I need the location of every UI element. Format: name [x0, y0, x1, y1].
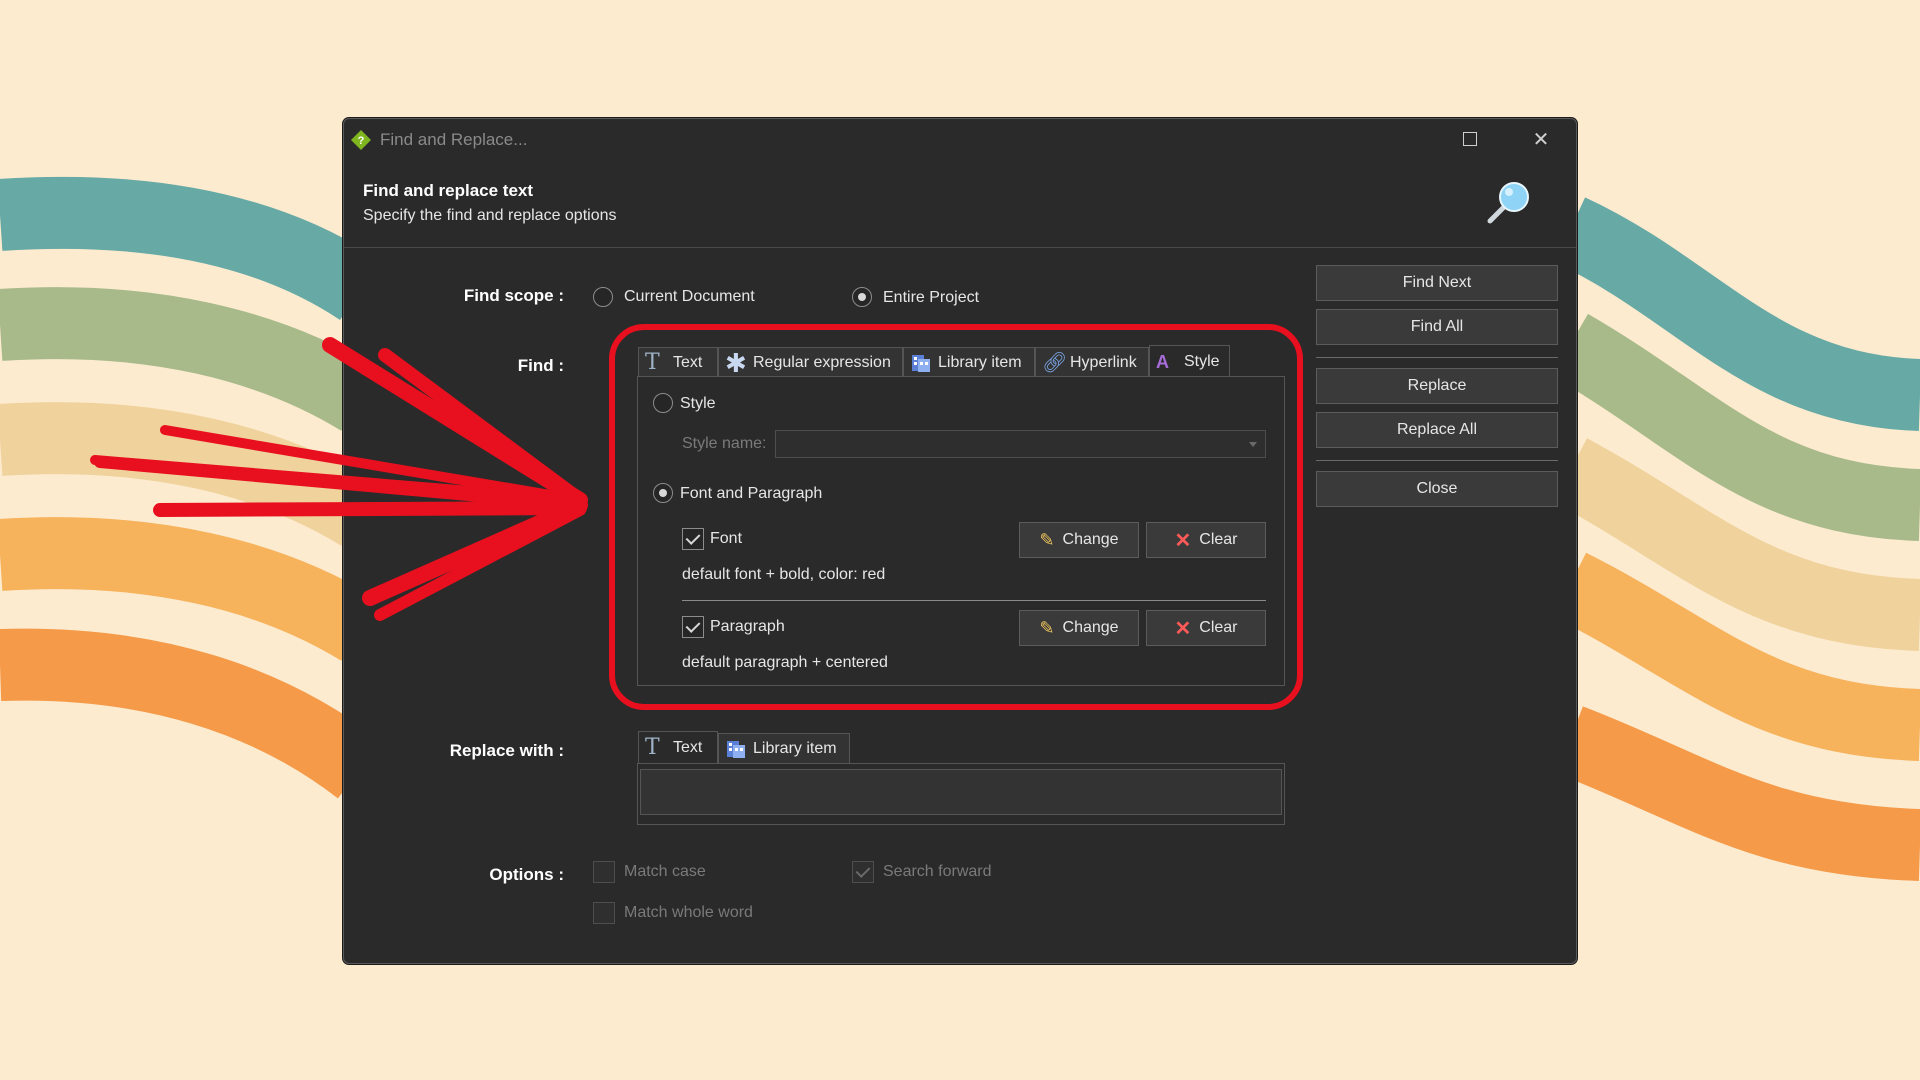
paragraph-description: default paragraph + centered: [682, 654, 888, 671]
text-t-icon: T: [645, 349, 660, 375]
tab-find-library-item-label: Library item: [938, 353, 1022, 371]
magnifier-icon: [1487, 182, 1529, 224]
font-checkbox[interactable]: [682, 528, 704, 550]
font-checkbox-label[interactable]: Font: [710, 530, 742, 548]
buttons-separator: [1316, 460, 1558, 461]
replace-with-label: Replace with :: [449, 741, 564, 760]
pencil-icon: ✎: [1039, 617, 1055, 638]
style-icon: A: [1156, 351, 1169, 372]
svg-text:?: ?: [358, 135, 365, 147]
paragraph-checkbox-label[interactable]: Paragraph: [710, 618, 785, 636]
tab-find-text-label: Text: [673, 353, 703, 371]
close-button[interactable]: Close: [1316, 471, 1558, 507]
paragraph-change-label: Change: [1062, 619, 1119, 636]
dropdown-arrow-icon: [1249, 442, 1257, 447]
hyperlink-icon: 🔗︎: [1042, 351, 1068, 374]
replace-button[interactable]: Replace: [1316, 368, 1558, 404]
close-icon: ✕: [1532, 128, 1550, 151]
font-and-paragraph-label[interactable]: Font and Paragraph: [680, 485, 822, 503]
find-label: Find :: [517, 356, 564, 375]
font-clear-button[interactable]: ✕ Clear: [1146, 522, 1266, 558]
header-title: Find and replace text: [363, 181, 534, 200]
style-name-label: Style name:: [682, 435, 767, 452]
tab-replace-text[interactable]: T Text: [638, 731, 718, 763]
match-case-checkbox[interactable]: [593, 861, 615, 883]
dialog-header: Find and replace text Specify the find a…: [344, 159, 1576, 248]
tab-find-text[interactable]: T Text: [638, 347, 718, 377]
library-item-icon: [912, 354, 930, 372]
tab-find-hyperlink[interactable]: 🔗︎ Hyperlink: [1035, 347, 1149, 377]
replace-text-input[interactable]: [640, 769, 1282, 815]
find-replace-dialog: ? Find and Replace... ✕ Find and replace…: [343, 118, 1577, 964]
paragraph-clear-label: Clear: [1199, 619, 1238, 636]
tab-find-library-item[interactable]: Library item: [903, 347, 1035, 377]
clear-x-icon: ✕: [1174, 617, 1192, 640]
style-radio[interactable]: [653, 393, 673, 413]
asterisk-icon: ✱: [725, 347, 747, 378]
text-t-icon: T: [645, 734, 660, 760]
tab-replace-library-item-label: Library item: [753, 739, 837, 757]
font-and-paragraph-radio[interactable]: [653, 483, 673, 503]
font-description: default font + bold, color: red: [682, 566, 886, 583]
tab-find-regex-label: Regular expression: [753, 353, 891, 371]
search-forward-checkbox[interactable]: [852, 861, 874, 883]
find-all-button[interactable]: Find All: [1316, 309, 1558, 345]
paragraph-clear-button[interactable]: ✕ Clear: [1146, 610, 1266, 646]
maximize-icon: [1463, 132, 1477, 146]
paragraph-checkbox[interactable]: [682, 616, 704, 638]
tab-find-style-label: Style: [1184, 352, 1220, 370]
tab-find-style[interactable]: A Style: [1149, 345, 1230, 377]
match-whole-word-checkbox[interactable]: [593, 902, 615, 924]
font-paragraph-divider: [682, 600, 1266, 601]
library-item-icon: [727, 740, 745, 758]
find-scope-label: Find scope :: [463, 286, 564, 305]
clear-x-icon: ✕: [1174, 529, 1192, 552]
search-forward-label[interactable]: Search forward: [883, 863, 992, 881]
tab-find-regex[interactable]: ✱ Regular expression: [718, 347, 903, 377]
close-window-button[interactable]: ✕: [1518, 123, 1564, 155]
options-label: Options :: [489, 865, 564, 884]
window-title: Find and Replace...: [380, 130, 528, 149]
font-change-label: Change: [1062, 531, 1119, 548]
match-whole-word-label[interactable]: Match whole word: [624, 904, 753, 922]
buttons-separator: [1316, 357, 1558, 358]
tab-replace-text-label: Text: [673, 738, 703, 756]
pencil-icon: ✎: [1039, 529, 1055, 550]
scope-entire-project-label[interactable]: Entire Project: [883, 289, 979, 307]
match-case-label[interactable]: Match case: [624, 863, 706, 881]
style-name-dropdown[interactable]: [775, 430, 1266, 458]
font-clear-label: Clear: [1199, 531, 1238, 548]
title-bar: ? Find and Replace... ✕: [344, 119, 1576, 159]
header-subtitle: Specify the find and replace options: [363, 207, 617, 224]
find-next-button[interactable]: Find Next: [1316, 265, 1558, 301]
scope-entire-project-radio[interactable]: [852, 287, 872, 307]
app-icon: ?: [351, 130, 371, 150]
scope-current-document-radio[interactable]: [593, 287, 613, 307]
scope-current-document-label[interactable]: Current Document: [624, 288, 755, 306]
tab-replace-library-item[interactable]: Library item: [718, 733, 850, 763]
tab-find-hyperlink-label: Hyperlink: [1070, 353, 1137, 371]
font-change-button[interactable]: ✎ Change: [1019, 522, 1139, 558]
maximize-button[interactable]: [1447, 123, 1493, 155]
paragraph-change-button[interactable]: ✎ Change: [1019, 610, 1139, 646]
style-radio-label[interactable]: Style: [680, 395, 716, 413]
replace-all-button[interactable]: Replace All: [1316, 412, 1558, 448]
